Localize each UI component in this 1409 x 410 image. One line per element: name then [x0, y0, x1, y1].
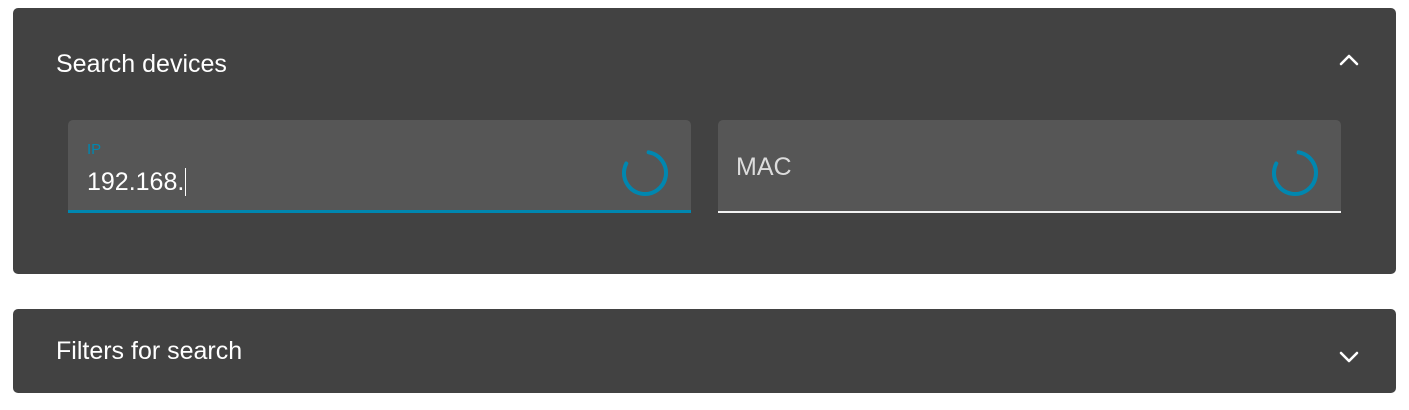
ip-field[interactable]: IP 192.168. [68, 120, 691, 213]
mac-field[interactable]: MAC [718, 120, 1341, 213]
text-caret [185, 168, 187, 196]
search-devices-panel: Search devices IP 192.168. MAC [13, 8, 1396, 274]
ip-input-value: 192.168. [87, 168, 185, 196]
filters-panel: Filters for search [13, 309, 1396, 393]
panel-title: Filters for search [56, 337, 243, 365]
ip-input[interactable]: 192.168. [87, 168, 187, 196]
mac-input[interactable]: MAC [736, 153, 792, 181]
ip-field-label: IP [87, 141, 102, 158]
loading-spinner-icon [620, 148, 670, 198]
filters-panel-header[interactable]: Filters for search [13, 309, 1396, 393]
panel-title: Search devices [56, 50, 227, 78]
chevron-up-icon[interactable] [1337, 48, 1361, 72]
loading-spinner-icon [1270, 148, 1320, 198]
search-devices-panel-header[interactable]: Search devices [13, 8, 1396, 120]
chevron-down-icon[interactable] [1337, 345, 1361, 369]
